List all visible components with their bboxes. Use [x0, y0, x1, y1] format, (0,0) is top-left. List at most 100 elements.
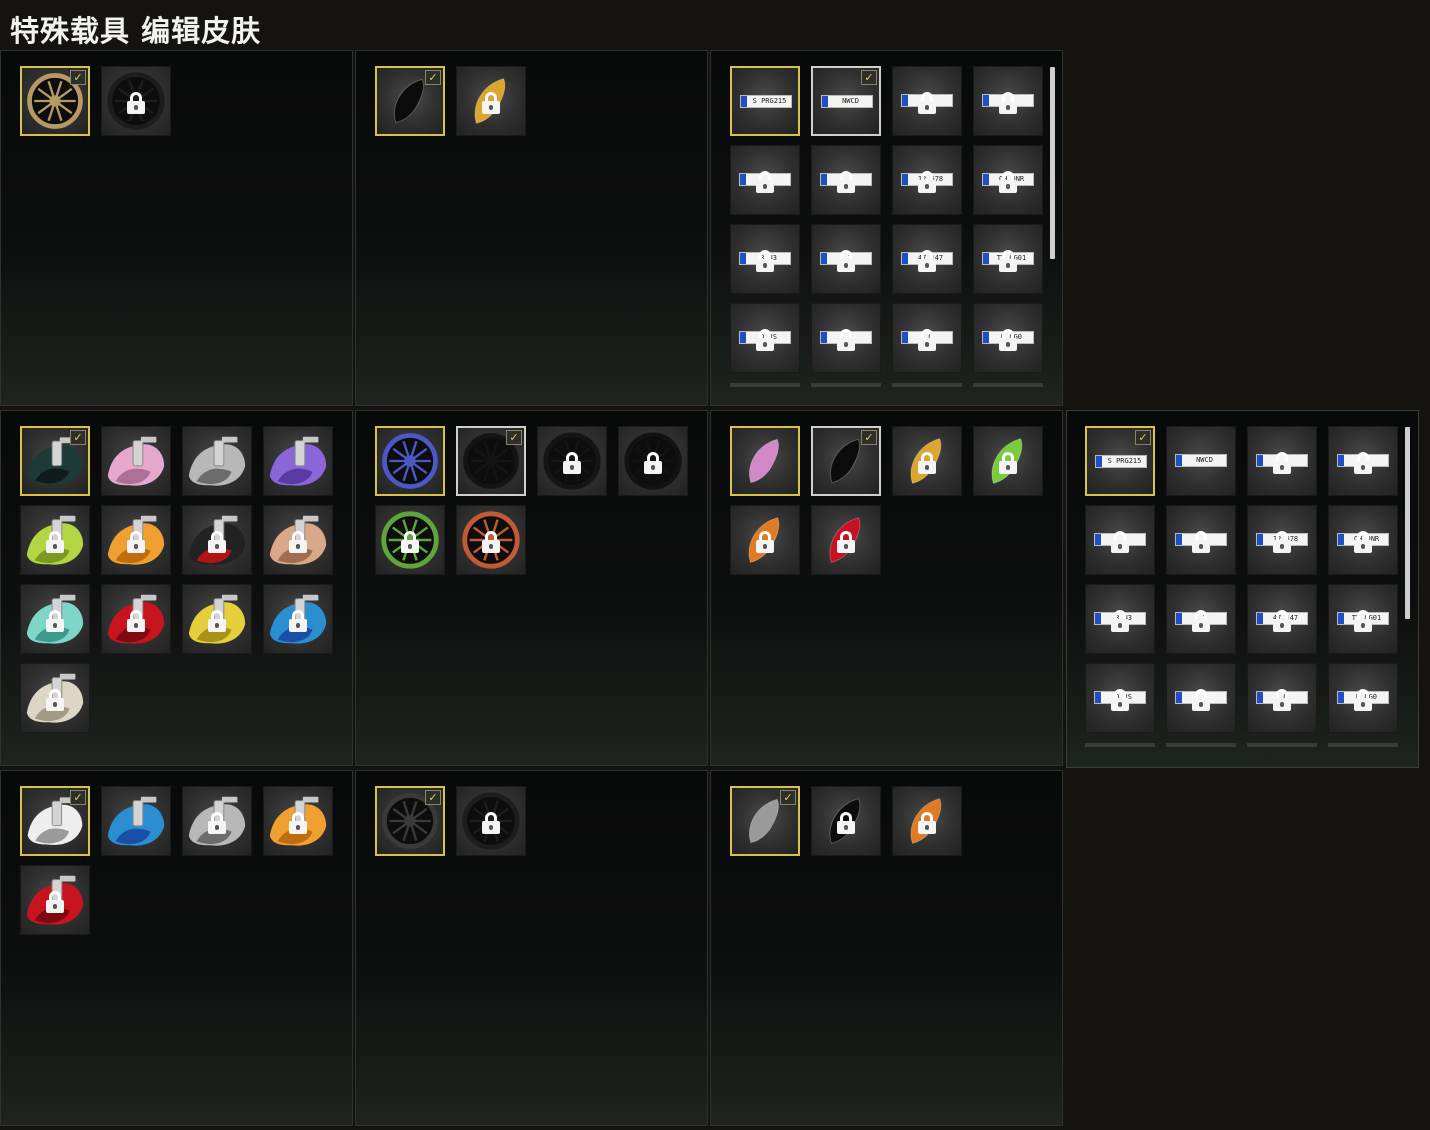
- wheel-skin-slot[interactable]: ✓: [375, 786, 445, 856]
- plate-skin-slot[interactable]: 47 147: [1247, 584, 1317, 654]
- lock-icon: [918, 329, 936, 351]
- lock-icon: [837, 812, 855, 834]
- lock-icon: [482, 531, 500, 553]
- plate-skin-slot[interactable]: [1166, 663, 1236, 733]
- paint-skin-slot[interactable]: ✓: [20, 786, 90, 856]
- wheel-skin-slot[interactable]: [456, 505, 526, 575]
- paint-skin-slot[interactable]: [182, 584, 252, 654]
- plate-skin-slot[interactable]: R N3: [730, 224, 800, 294]
- plate-skin-slot[interactable]: TY 0G01: [973, 224, 1043, 294]
- plate-text: NWCD: [1196, 456, 1213, 464]
- wheel-skin-slot[interactable]: [537, 426, 607, 496]
- plate-skin-slot[interactable]: N 0G0: [973, 303, 1043, 373]
- lock-icon: [1192, 531, 1210, 553]
- paint-skin-slot[interactable]: [20, 663, 90, 733]
- plate-skin-slot[interactable]: [892, 66, 962, 136]
- partial-slot-row: [1328, 743, 1398, 747]
- caliper-skin-slot[interactable]: [456, 66, 526, 136]
- plate-skin-slot[interactable]: 1: [1166, 584, 1236, 654]
- lock-icon: [1192, 610, 1210, 632]
- plate-skin-slot[interactable]: D RS: [1085, 663, 1155, 733]
- skin-panel-7: ✓: [0, 770, 353, 1126]
- equipped-check-icon: ✓: [70, 430, 86, 445]
- paint-skin-slot[interactable]: [20, 584, 90, 654]
- equipped-check-icon: ✓: [425, 70, 441, 85]
- plate-skin-slot[interactable]: [811, 303, 881, 373]
- paint-skin-slot[interactable]: [182, 505, 252, 575]
- partial-slot-row: [892, 383, 962, 387]
- plate-skin-slot[interactable]: NWCD: [1166, 426, 1236, 496]
- plate-skin-slot[interactable]: 47 147: [892, 224, 962, 294]
- paint-skin-slot[interactable]: ✓: [20, 426, 90, 496]
- scrollbar[interactable]: [1050, 67, 1055, 259]
- lock-icon: [289, 531, 307, 553]
- plate-skin-slot[interactable]: 12 678: [892, 145, 962, 215]
- paint-art-icon: [107, 436, 165, 486]
- partial-slot-row: [811, 383, 881, 387]
- plate-skin-slot[interactable]: S PRG215 ✓: [1085, 426, 1155, 496]
- caliper-skin-slot[interactable]: [811, 786, 881, 856]
- lock-icon: [46, 531, 64, 553]
- plate-skin-slot[interactable]: [811, 145, 881, 215]
- lock-icon: [1111, 531, 1129, 553]
- license-plate-icon: S PRG215: [1095, 455, 1147, 468]
- plate-skin-slot[interactable]: S PRG215: [730, 66, 800, 136]
- paint-skin-slot[interactable]: [182, 426, 252, 496]
- skin-panel-6: ✓: [710, 410, 1063, 766]
- plate-skin-slot[interactable]: [1247, 426, 1317, 496]
- plate-skin-slot[interactable]: D RS: [730, 303, 800, 373]
- wheel-skin-slot[interactable]: [618, 426, 688, 496]
- plate-skin-slot[interactable]: R N3: [1085, 584, 1155, 654]
- paint-skin-slot[interactable]: [263, 584, 333, 654]
- plate-skin-slot[interactable]: G: [1247, 663, 1317, 733]
- wheel-skin-slot[interactable]: ✓: [20, 66, 90, 136]
- plate-skin-slot[interactable]: [730, 145, 800, 215]
- plate-skin-slot[interactable]: TY 0G01: [1328, 584, 1398, 654]
- paint-skin-slot[interactable]: [182, 786, 252, 856]
- paint-skin-slot[interactable]: [263, 426, 333, 496]
- plate-skin-slot[interactable]: [1328, 426, 1398, 496]
- paint-skin-slot[interactable]: [263, 505, 333, 575]
- wheel-skin-slot[interactable]: [101, 66, 171, 136]
- plate-skin-slot[interactable]: [1085, 505, 1155, 575]
- wheel-skin-slot[interactable]: [375, 426, 445, 496]
- lock-icon: [289, 812, 307, 834]
- lock-icon: [918, 452, 936, 474]
- plate-skin-slot[interactable]: NWCD ✓: [811, 66, 881, 136]
- lock-icon: [1273, 689, 1291, 711]
- paint-art-icon: [107, 796, 165, 846]
- wheel-skin-slot[interactable]: ✓: [456, 426, 526, 496]
- wheel-skin-slot[interactable]: [456, 786, 526, 856]
- paint-skin-slot[interactable]: [20, 505, 90, 575]
- caliper-skin-slot[interactable]: [730, 505, 800, 575]
- paint-skin-slot[interactable]: [101, 786, 171, 856]
- paint-skin-slot[interactable]: [263, 786, 333, 856]
- plate-skin-slot[interactable]: 1: [811, 224, 881, 294]
- lock-icon: [1111, 610, 1129, 632]
- caliper-skin-slot[interactable]: ✓: [811, 426, 881, 496]
- paint-skin-slot[interactable]: [101, 505, 171, 575]
- plate-text: NWCD: [842, 97, 859, 105]
- plate-skin-slot[interactable]: G: [892, 303, 962, 373]
- paint-skin-slot[interactable]: [101, 584, 171, 654]
- skin-panel-3: S PRG215 NWCD ✓ 12 678 CH DNR R N3 1 47 147 TY 0…: [710, 50, 1063, 406]
- caliper-skin-slot[interactable]: ✓: [375, 66, 445, 136]
- caliper-skin-slot[interactable]: ✓: [730, 786, 800, 856]
- paint-skin-slot[interactable]: [20, 865, 90, 935]
- lock-icon: [1354, 610, 1372, 632]
- plate-skin-slot[interactable]: [973, 66, 1043, 136]
- caliper-skin-slot[interactable]: [892, 426, 962, 496]
- caliper-skin-slot[interactable]: [730, 426, 800, 496]
- caliper-skin-slot[interactable]: [811, 505, 881, 575]
- plate-skin-slot[interactable]: CH DNR: [973, 145, 1043, 215]
- plate-skin-slot[interactable]: N 0G0: [1328, 663, 1398, 733]
- plate-skin-slot[interactable]: [1166, 505, 1236, 575]
- lock-icon: [918, 171, 936, 193]
- plate-skin-slot[interactable]: 12 678: [1247, 505, 1317, 575]
- scrollbar[interactable]: [1405, 427, 1410, 619]
- caliper-skin-slot[interactable]: [892, 786, 962, 856]
- caliper-skin-slot[interactable]: [973, 426, 1043, 496]
- wheel-skin-slot[interactable]: [375, 505, 445, 575]
- paint-skin-slot[interactable]: [101, 426, 171, 496]
- plate-skin-slot[interactable]: CH DNR: [1328, 505, 1398, 575]
